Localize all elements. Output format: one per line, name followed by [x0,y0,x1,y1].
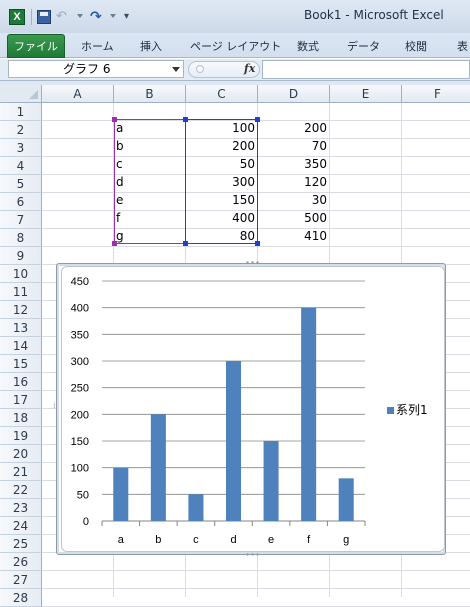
chart-legend[interactable]: 系列1 [387,401,428,418]
y-tick-label: 250 [71,383,89,395]
x-tick-label: b [155,534,161,546]
x-tick-label: c [193,534,199,546]
x-tick-label: g [343,534,349,546]
x-tick-label: d [230,534,236,546]
bar-a [113,467,129,521]
bar-g [338,478,354,521]
y-tick-label: 350 [71,329,89,341]
y-tick-label: 50 [77,489,89,501]
bar-c [188,494,204,521]
x-tick-label: f [307,534,311,546]
bar-b [150,414,166,521]
y-tick-label: 300 [71,356,89,368]
y-tick-label: 150 [71,436,89,448]
y-tick-label: 450 [71,276,89,288]
bar-f [301,307,317,521]
legend-swatch [387,407,394,414]
y-tick-label: 0 [83,516,89,528]
bar-d [225,361,242,521]
bar-e [263,441,279,521]
column-chart: 0 50 100 150 200 250 300 350 400 450 a b c d e f g [71,276,366,546]
x-tick-label: e [268,534,274,546]
y-tick-label: 100 [71,463,89,475]
legend-series-name: 系列1 [396,403,428,417]
x-tick-label: a [118,534,125,546]
y-tick-label: 200 [71,409,89,421]
y-tick-label: 400 [71,303,89,315]
